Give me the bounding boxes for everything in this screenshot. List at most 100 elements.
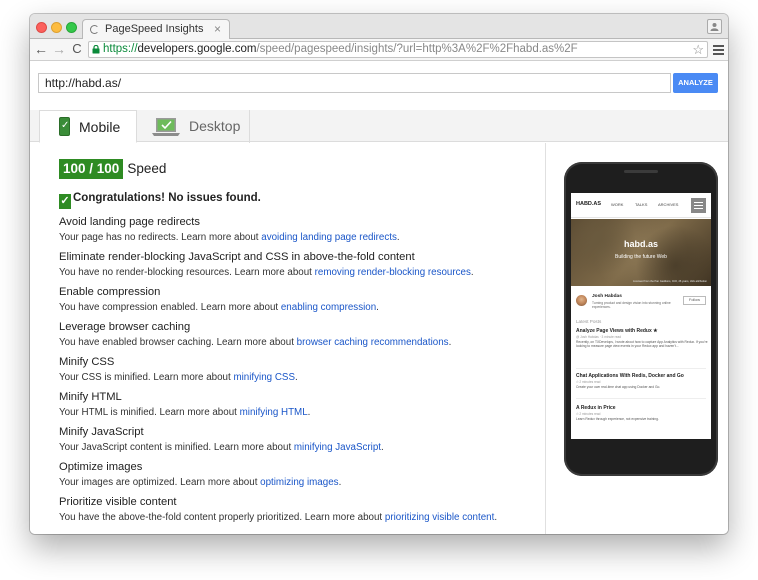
- tab-mobile[interactable]: ✓ Mobile: [39, 110, 137, 143]
- preview-post-meta: ⏱ 2 minutes read: [576, 380, 601, 384]
- rule-description: You have no render-blocking resources. L…: [59, 266, 539, 280]
- learn-more-link[interactable]: browser caching recommendations: [297, 337, 449, 348]
- rule-item: Eliminate render-blocking JavaScript and…: [59, 250, 539, 280]
- avatar: [576, 295, 587, 306]
- person-icon: [710, 23, 719, 31]
- rule-item: Minify CSS Your CSS is minified. Learn mo…: [59, 355, 539, 385]
- tab-mobile-label: Mobile: [79, 119, 121, 135]
- rule-description-end: .: [376, 302, 379, 313]
- reload-button[interactable]: C: [69, 40, 85, 58]
- learn-more-link[interactable]: optimizing images: [260, 477, 338, 488]
- address-bar[interactable]: https://developers.google.com/speed/page…: [88, 41, 708, 58]
- learn-more-link[interactable]: prioritizing visible content: [385, 512, 494, 523]
- url-input[interactable]: [38, 73, 671, 93]
- browser-tab-title: PageSpeed Insights: [105, 23, 204, 35]
- window-close-button[interactable]: [36, 22, 47, 33]
- rule-description: Your HTML is minified. Learn more about …: [59, 406, 539, 420]
- rule-description-end: .: [338, 477, 342, 488]
- mobile-preview-device: HABD.AS WORK TALKS ARCHIVES habd.as Buil…: [564, 162, 718, 476]
- menu-icon[interactable]: [713, 45, 724, 57]
- preview-nav-link: ARCHIVES: [658, 202, 679, 207]
- url-path: /speed/pagespeed/insights/?url=http%3A%2…: [256, 43, 578, 55]
- browser-window: PageSpeed Insights × ← → C https://devel…: [30, 14, 728, 534]
- rule-title: Prioritize visible content: [59, 496, 177, 508]
- preview-divider: [576, 368, 706, 369]
- mobile-preview-screen: HABD.AS WORK TALKS ARCHIVES habd.as Buil…: [571, 193, 711, 439]
- rule-title: Minify JavaScript: [59, 426, 144, 438]
- analyze-button[interactable]: ANALYZE: [673, 73, 718, 93]
- preview-nav-link: WORK: [611, 202, 624, 207]
- profile-button[interactable]: [707, 19, 722, 34]
- column-divider: [545, 143, 546, 534]
- learn-more-link[interactable]: minifying HTML: [240, 407, 308, 418]
- preview-post-meta: ⏱ 2 minutes read: [576, 412, 601, 416]
- url-scheme: https://: [103, 43, 138, 55]
- preview-post: A Redux in Price ⏱ 2 minutes read Learn …: [576, 405, 708, 421]
- browser-tab[interactable]: PageSpeed Insights ×: [82, 19, 230, 40]
- rule-description-text: You have compression enabled. Learn more…: [59, 302, 281, 313]
- hamburger-icon: [691, 198, 706, 213]
- tab-desktop[interactable]: Desktop: [137, 110, 250, 143]
- lock-icon: [92, 45, 100, 54]
- rule-item: Optimize images Your images are optimized…: [59, 460, 539, 490]
- preview-hero-credit: Licensed from the Pan Geddons, CC0, 26 y…: [633, 280, 707, 283]
- window-minimize-button[interactable]: [51, 22, 62, 33]
- rule-description-text: You have enabled browser caching. Learn …: [59, 337, 297, 348]
- preview-post-excerpt: Create your own real-time chat app using…: [576, 385, 661, 389]
- preview-post-excerpt: Learn Redux through experience, not expe…: [576, 417, 659, 421]
- preview-nav: HABD.AS WORK TALKS ARCHIVES: [571, 193, 711, 218]
- learn-more-link[interactable]: removing render-blocking resources: [315, 267, 471, 278]
- rule-description-text: Your CSS is minified. Learn more about: [59, 372, 234, 383]
- score-label: Speed: [127, 161, 167, 176]
- preview-latest-heading: Latest Posts: [576, 319, 602, 324]
- learn-more-link[interactable]: enabling compression: [281, 302, 376, 313]
- rule-description-text: Your HTML is minified. Learn more about: [59, 407, 240, 418]
- rule-description-end: .: [307, 407, 311, 418]
- score-badge: 100 / 100: [59, 159, 124, 179]
- preview-hero-title: habd.as: [623, 239, 658, 249]
- browser-toolbar: ← → C https://developers.google.com/spee…: [30, 39, 728, 61]
- rule-description-text: Your JavaScript content is minified. Lea…: [59, 442, 294, 453]
- mobile-phone-icon: ✓: [59, 117, 70, 136]
- rule-description: Your JavaScript content is minified. Lea…: [59, 441, 539, 455]
- preview-post-title: Chat Applications With Redis, Docker and…: [576, 373, 684, 379]
- preview-author-name: Josh Habdas: [592, 294, 622, 299]
- back-button[interactable]: ←: [33, 40, 49, 58]
- speed-score: 100 / 100 Speed: [59, 159, 539, 181]
- rule-description-text: Your images are optimized. Learn more ab…: [59, 477, 261, 488]
- window-maximize-button[interactable]: [66, 22, 77, 33]
- loading-icon: [90, 25, 99, 34]
- rule-title: Minify HTML: [59, 391, 122, 403]
- forward-button[interactable]: →: [51, 40, 67, 58]
- rule-item: Prioritize visible content You have the a…: [59, 495, 539, 525]
- bookmark-star-icon[interactable]: ☆: [692, 42, 704, 57]
- page-content: ANALYZE ✓ Mobile Desktop 100 / 100Speed: [30, 62, 728, 534]
- rule-description: Your CSS is minified. Learn more about m…: [59, 371, 539, 385]
- congrats-text: Congratulations! No issues found.: [73, 192, 261, 204]
- rule-description-end: .: [448, 337, 452, 348]
- rule-item: Avoid landing page redirects Your page ha…: [59, 215, 539, 245]
- preview-brand: HABD.AS: [576, 201, 602, 207]
- device-tabs: ✓ Mobile Desktop: [30, 110, 728, 143]
- preview-nav-link: TALKS: [635, 202, 648, 207]
- passed-rules-list: Avoid landing page redirects Your page ha…: [59, 215, 539, 525]
- preview-post: Chat Applications With Redis, Docker and…: [576, 373, 708, 389]
- tab-close-icon[interactable]: ×: [214, 20, 221, 39]
- learn-more-link[interactable]: minifying CSS: [233, 372, 295, 383]
- learn-more-link[interactable]: avoiding landing page redirects: [261, 232, 397, 243]
- rule-description: You have the above-the-fold content prop…: [59, 511, 539, 525]
- rule-item: Leverage browser caching You have enabled…: [59, 320, 539, 350]
- preview-post-title: A Redux in Price: [576, 405, 616, 411]
- preview-post-title: Analyze Page Views with Redux ★: [576, 328, 658, 334]
- preview-post: Analyze Page Views with Redux ★ @ Josh H…: [576, 328, 708, 349]
- learn-more-link[interactable]: minifying JavaScript: [294, 442, 381, 453]
- rule-description: You have enabled browser caching. Learn …: [59, 336, 539, 350]
- rule-description: Your images are optimized. Learn more ab…: [59, 476, 539, 490]
- preview-hero-subtitle: Building the future Web: [615, 254, 667, 260]
- rule-description-end: .: [294, 372, 298, 383]
- preview-post-meta: @ Josh Habdas · 3 minute read: [576, 335, 622, 339]
- rule-item: Minify HTML Your HTML is minified. Learn …: [59, 390, 539, 420]
- rule-description: Your page has no redirects. Learn more a…: [59, 231, 539, 245]
- rule-description-text: Your page has no redirects. Learn more a…: [59, 232, 262, 243]
- rule-title: Avoid landing page redirects: [59, 216, 200, 228]
